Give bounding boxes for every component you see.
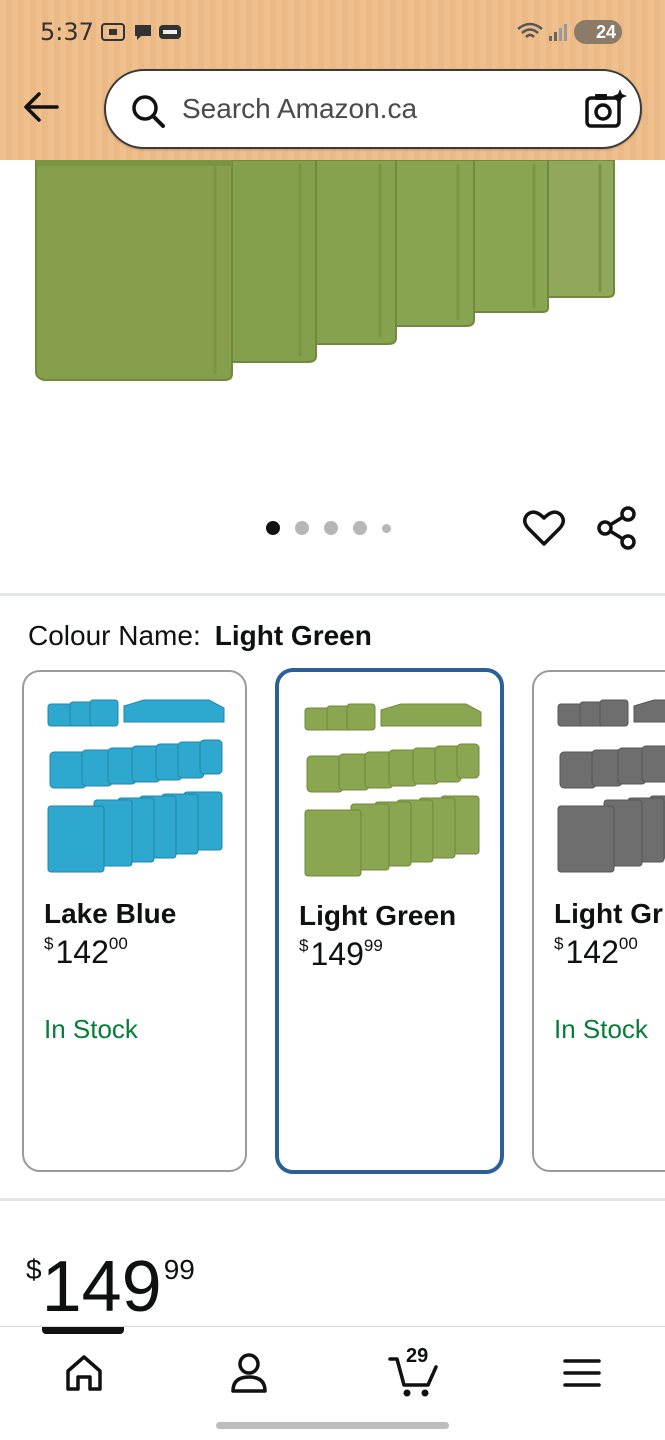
price-dollars: 149 [41,1247,162,1327]
top-bar: 5:37 24 Search Amazon.ca [0,0,665,160]
colour-name-value: Light Green [214,620,372,651]
colour-option-name: Light Green [299,900,457,931]
heart-icon[interactable] [522,506,566,550]
product-photo-cushions [35,160,615,381]
pagination-dot-1[interactable] [266,521,280,535]
colour-name-label: Colour Name: [28,620,201,651]
price-currency: $ [26,1254,42,1285]
product-image[interactable] [0,160,665,430]
gesture-home-bar[interactable] [216,1422,449,1429]
colour-option-stock: In Stock [554,1014,648,1044]
camera-search-icon[interactable] [582,87,628,133]
menu-icon[interactable] [556,1347,608,1399]
colour-option-price: $14200 [554,934,638,970]
colour-option-lake-blue[interactable]: Lake Blue $14200 In Stock [22,670,247,1172]
active-tab-indicator [42,1327,124,1334]
battery-indicator: 24 [574,20,622,44]
colour-option-price: $14999 [299,936,383,972]
search-input[interactable]: Search Amazon.ca [182,93,417,125]
colour-option-light-green[interactable]: Light Green $14999 [275,668,504,1174]
search-icon [132,95,165,128]
signal-icon [549,24,567,41]
swatch-image-light-grey [557,699,665,873]
price-cents: 99 [163,1254,195,1285]
status-time: 5:37 [40,18,94,46]
screenshot-icon [101,23,125,41]
search-bar[interactable]: Search Amazon.ca [104,69,642,149]
chat-icon [135,25,151,40]
back-button[interactable] [18,84,64,130]
colour-option-price: $14200 [44,934,128,970]
swatch-image-lake-blue [47,699,225,873]
pagination-dot-4[interactable] [353,521,367,535]
cart-count-badge: 29 [406,1345,429,1367]
colour-option-stock: In Stock [44,1014,138,1044]
status-bar: 5:37 24 [0,0,665,64]
swatch-image-light-green [304,703,482,877]
colour-option-name: Lake Blue [44,898,177,929]
section-divider [0,593,665,596]
colour-name-row: Colour Name: Light Green [28,620,372,652]
product-price: $14999 [26,1232,195,1325]
account-icon[interactable] [223,1347,275,1399]
image-pagination-dots [266,520,391,536]
wifi-icon [517,22,543,38]
pagination-dot-2[interactable] [295,521,309,535]
app-notification-icon [159,25,181,39]
section-divider [0,1198,665,1201]
pagination-dot-3[interactable] [324,521,338,535]
colour-option-light-grey[interactable]: Light Gr $14200 In Stock [532,670,665,1172]
arrow-left-icon [24,92,59,122]
share-icon[interactable] [596,506,638,550]
home-icon[interactable] [58,1347,110,1399]
pagination-dot-5[interactable] [382,523,391,533]
colour-option-name: Light Gr [554,898,663,929]
